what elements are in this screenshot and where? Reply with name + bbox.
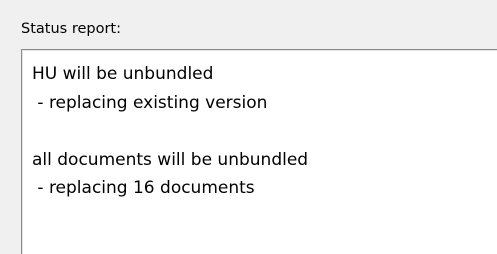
status-line-2: - replacing existing version xyxy=(32,92,268,113)
status-report-label: Status report: xyxy=(21,21,121,37)
status-line-5: - replacing 16 documents xyxy=(32,178,255,198)
status-report-textbox[interactable]: HU will be unbundled - replacing existin… xyxy=(21,49,497,254)
status-line-4: all documents will be unbundled xyxy=(32,149,309,170)
status-line-3 xyxy=(32,117,497,146)
status-line-1: HU will be unbundled xyxy=(32,64,214,84)
